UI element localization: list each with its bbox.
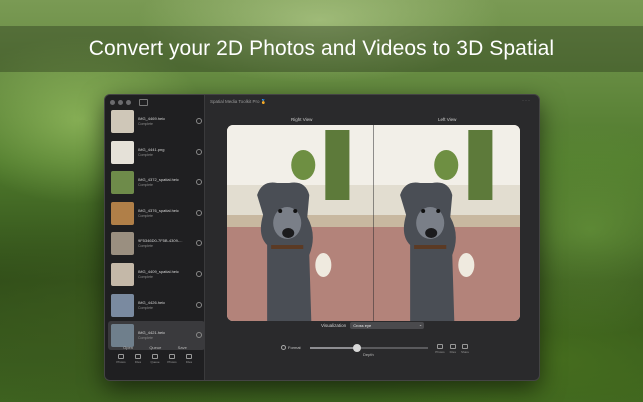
- window-controls: [110, 100, 131, 105]
- file-item[interactable]: IMG_4376_spatial.heic Complete: [108, 199, 205, 228]
- format-icon: [281, 345, 286, 350]
- depth-slider[interactable]: [310, 344, 428, 352]
- file-status: Complete: [138, 274, 153, 279]
- file-thumbnail: [111, 232, 134, 256]
- save-group-label: Save: [177, 345, 187, 350]
- queue-icon: [152, 354, 158, 359]
- file-item[interactable]: IMG_4441.png Complete: [108, 138, 205, 167]
- headline: Convert your 2D Photos and Videos to 3D …: [88, 37, 555, 60]
- open-group-label: Open: [123, 345, 133, 350]
- file-status: Complete: [138, 244, 153, 249]
- file-item[interactable]: IMG_4426.heic Complete: [108, 291, 205, 320]
- depth-slider-fill: [310, 347, 358, 349]
- more-icon[interactable]: ···: [522, 98, 531, 104]
- file-item[interactable]: IMG_4469.heic Complete: [108, 107, 205, 136]
- file-name: IMG_4421.heic: [138, 330, 166, 336]
- file-thumbnail: [111, 324, 134, 348]
- info-icon[interactable]: [196, 332, 202, 339]
- minimize-button[interactable]: [118, 100, 123, 105]
- file-thumbnail: [111, 293, 134, 317]
- info-icon[interactable]: [196, 148, 202, 155]
- file-item[interactable]: 9F5346D0-7F5B-4309-... Complete: [108, 229, 205, 258]
- sidebar-toolbar: Open Queue Save Photos Files Queue Photo…: [105, 345, 205, 364]
- photos-icon: [118, 354, 124, 359]
- open-photos-button[interactable]: Photos: [115, 354, 127, 364]
- share-button[interactable]: Share: [461, 344, 469, 354]
- info-icon[interactable]: [196, 179, 202, 186]
- format-button[interactable]: Format: [281, 345, 301, 350]
- file-status: Complete: [138, 213, 153, 218]
- share-icon: [461, 344, 468, 349]
- file-thumbnail: [111, 110, 134, 133]
- queue-button[interactable]: Queue: [149, 354, 161, 364]
- file-item[interactable]: IMG_4409_spatial.heic Complete: [108, 260, 205, 289]
- file-name: IMG_4426.heic: [138, 299, 166, 305]
- badge-icon: 🏅: [260, 99, 267, 104]
- info-icon[interactable]: [196, 301, 202, 308]
- photos-action-button[interactable]: Photos: [435, 344, 445, 354]
- sidebar-toggle-icon[interactable]: [139, 99, 148, 106]
- right-view-label: Right View: [291, 117, 313, 122]
- window-title: Spatial Media Toolkit Pro 🏅: [210, 99, 267, 104]
- save-photos-button[interactable]: Photos: [166, 354, 178, 364]
- info-icon[interactable]: [196, 209, 202, 216]
- right-view-image: [227, 125, 374, 321]
- file-status: Complete: [138, 122, 153, 126]
- info-icon[interactable]: [196, 270, 202, 277]
- action-buttons: Photos Files Share: [435, 344, 469, 354]
- file-item[interactable]: IMG_4372_spatial.heic Complete: [108, 168, 205, 197]
- sidebar: IMG_4469.heic Complete IMG_4441.png Comple…: [105, 95, 205, 380]
- folder-icon: [135, 354, 141, 359]
- open-files-button[interactable]: Files: [132, 354, 144, 364]
- file-name: IMG_4372_spatial.heic: [138, 177, 179, 183]
- depth-label: Depth: [363, 352, 374, 357]
- folder-icon: [186, 354, 192, 359]
- photos-icon: [436, 344, 443, 349]
- file-name: IMG_4376_spatial.heic: [138, 207, 179, 213]
- file-thumbnail: [111, 201, 134, 225]
- file-name: 9F5346D0-7F5B-4309-...: [138, 238, 183, 244]
- visualization-control: Visualization Cross eye: [321, 321, 425, 329]
- file-thumbnail: [111, 140, 134, 164]
- headline-banner: Convert your 2D Photos and Videos to 3D …: [0, 26, 643, 72]
- file-thumbnail: [111, 171, 134, 195]
- file-name: IMG_4441.png: [138, 146, 165, 152]
- file-thumbnail: [111, 262, 134, 286]
- file-status: Complete: [138, 305, 153, 310]
- close-button[interactable]: [110, 100, 115, 105]
- photos-icon: [169, 354, 175, 359]
- files-action-button[interactable]: Files: [450, 344, 456, 354]
- save-files-button[interactable]: Files: [183, 354, 195, 364]
- app-window: IMG_4469.heic Complete IMG_4441.png Comple…: [104, 94, 540, 381]
- visualization-select[interactable]: Cross eye: [350, 321, 425, 329]
- file-status: Complete: [138, 336, 153, 341]
- stereo-preview: [227, 125, 520, 321]
- left-view-label: Left View: [438, 117, 457, 122]
- file-name: IMG_4469.heic: [138, 116, 166, 121]
- file-name: IMG_4409_spatial.heic: [138, 268, 179, 274]
- visualization-label: Visualization: [321, 323, 347, 328]
- file-status: Complete: [138, 152, 153, 157]
- zoom-button[interactable]: [126, 100, 131, 105]
- file-status: Complete: [138, 183, 153, 188]
- left-view-image: [373, 125, 520, 321]
- folder-icon: [449, 344, 456, 349]
- file-list: IMG_4469.heic Complete IMG_4441.png Comple…: [108, 107, 205, 352]
- queue-group-label: Queue: [149, 345, 162, 350]
- info-icon[interactable]: [196, 118, 202, 124]
- info-icon[interactable]: [196, 240, 202, 247]
